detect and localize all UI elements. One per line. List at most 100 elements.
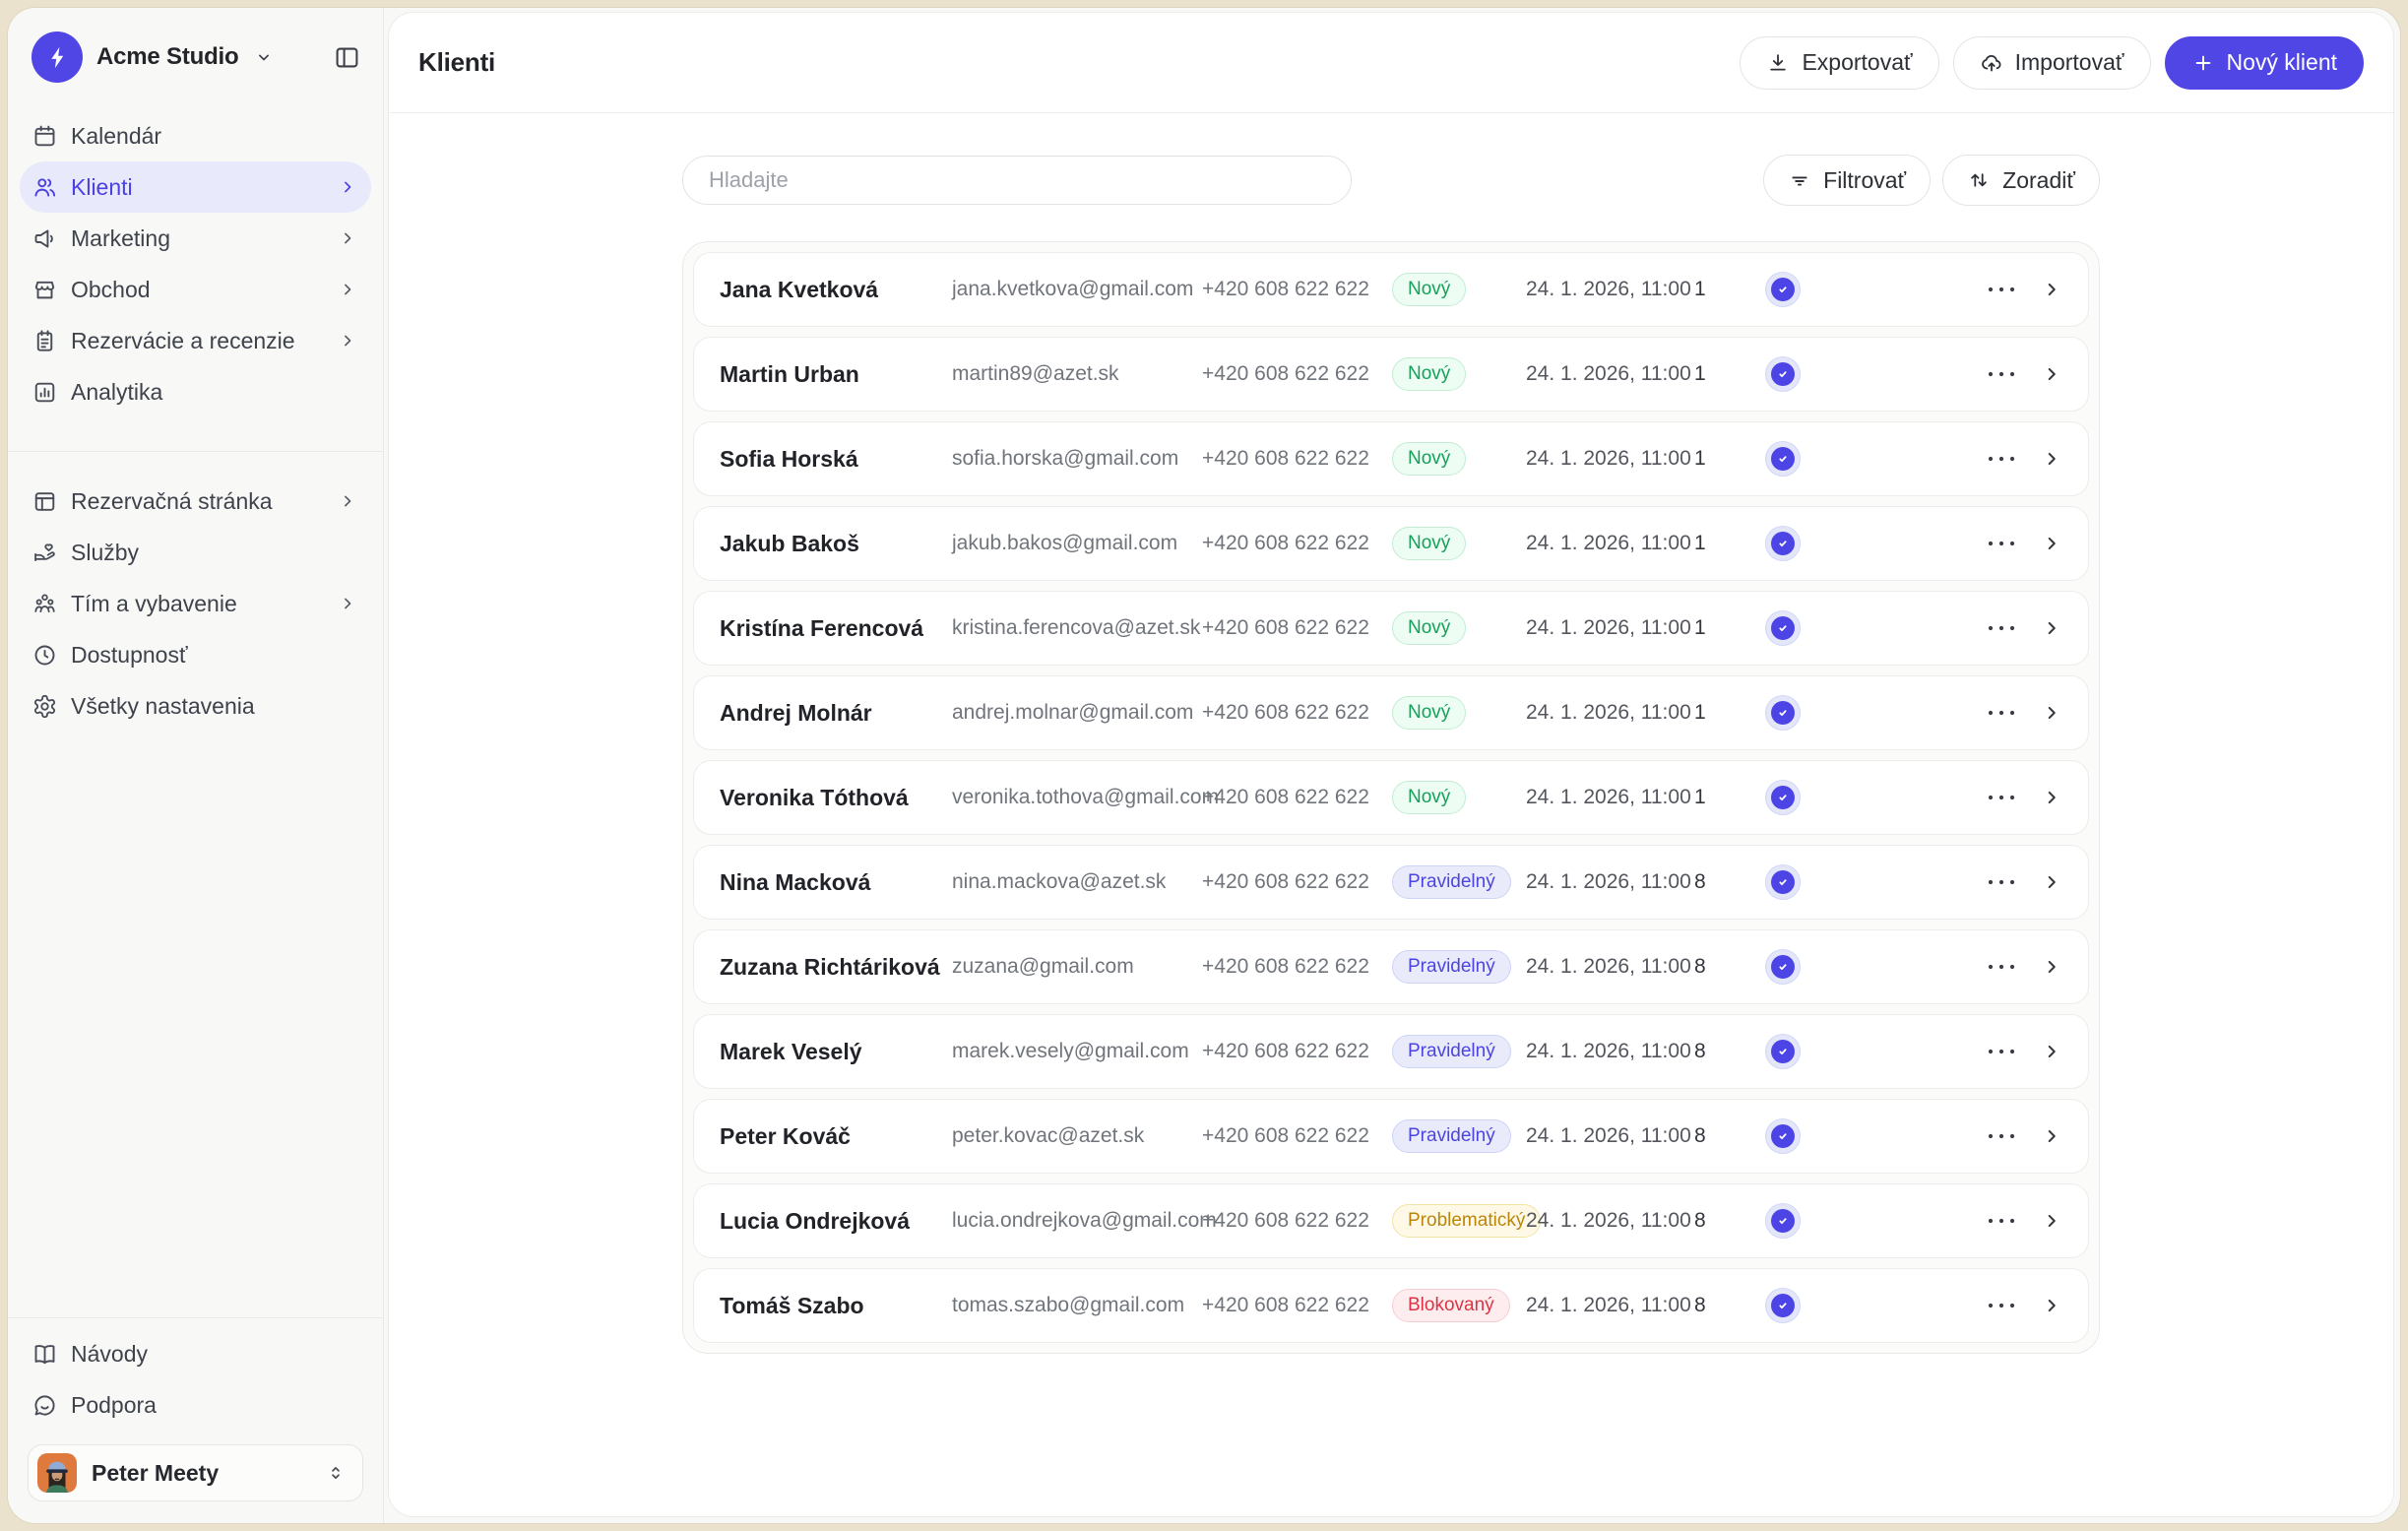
sidebar-item-obchod[interactable]: Obchod <box>20 264 371 315</box>
row-open-chevron-icon[interactable] <box>2023 787 2062 808</box>
client-visit-count: 1 <box>1694 447 1706 470</box>
sidebar-item-marketing[interactable]: Marketing <box>20 213 371 264</box>
sort-button[interactable]: Zoradiť <box>1942 155 2100 206</box>
status-badge: Nový <box>1392 527 1467 560</box>
row-actions-button[interactable] <box>1980 286 2023 293</box>
row-open-chevron-icon[interactable] <box>2023 1041 2062 1062</box>
row-open-chevron-icon[interactable] <box>2023 1295 2062 1316</box>
sidebar-item-navody[interactable]: Návody <box>20 1328 371 1379</box>
row-open-chevron-icon[interactable] <box>2023 1210 2062 1232</box>
client-phone: +420 608 622 622 <box>1202 1124 1369 1147</box>
sidebar-item-podpora[interactable]: Podpora <box>20 1379 371 1431</box>
row-open-chevron-icon[interactable] <box>2023 363 2062 385</box>
row-actions-button[interactable] <box>1980 1048 2023 1055</box>
row-actions-button[interactable] <box>1980 709 2023 717</box>
chevron-right-icon <box>338 228 357 248</box>
new-client-button[interactable]: Nový klient <box>2164 35 2364 90</box>
client-phone: +420 608 622 622 <box>1202 362 1369 385</box>
user-menu[interactable]: Peter Meety <box>28 1444 363 1501</box>
row-open-chevron-icon[interactable] <box>2023 448 2062 470</box>
row-actions-button[interactable] <box>1980 1217 2023 1225</box>
sidebar-item-rezervacna-stranka[interactable]: Rezervačná stránka <box>20 476 371 527</box>
client-last-visit: 24. 1. 2026, 11:00 <box>1526 1040 1691 1062</box>
client-email: martin89@azet.sk <box>952 362 1119 385</box>
sidebar-item-vsetky-nastavenia[interactable]: Všetky nastavenia <box>20 680 371 732</box>
verified-icon <box>1765 695 1801 731</box>
team-icon <box>32 591 58 617</box>
verified-icon <box>1765 1118 1801 1154</box>
row-open-chevron-icon[interactable] <box>2023 1125 2062 1147</box>
search-input[interactable] <box>682 156 1352 205</box>
client-row[interactable]: Nina Macková nina.mackova@azet.sk +420 6… <box>693 845 2089 920</box>
client-last-visit: 24. 1. 2026, 11:00 <box>1526 786 1691 808</box>
client-phone: +420 608 622 622 <box>1202 1294 1369 1316</box>
client-last-visit: 24. 1. 2026, 11:00 <box>1526 701 1691 724</box>
user-name: Peter Meety <box>92 1459 220 1486</box>
client-email: peter.kovac@azet.sk <box>952 1124 1145 1147</box>
sidebar-collapse-icon[interactable] <box>333 43 361 72</box>
client-name: Kristína Ferencová <box>720 614 924 641</box>
hand-heart-icon <box>32 540 58 566</box>
status-badge: Problematický <box>1392 1204 1542 1238</box>
row-actions-button[interactable] <box>1980 370 2023 378</box>
sidebar-item-dostupnost[interactable]: Dostupnosť <box>20 629 371 680</box>
sidebar-item-analytika[interactable]: Analytika <box>20 366 371 417</box>
client-row[interactable]: Zuzana Richtáriková zuzana@gmail.com +42… <box>693 929 2089 1004</box>
row-actions-button[interactable] <box>1980 1132 2023 1140</box>
client-name: Martin Urban <box>720 360 859 387</box>
sidebar-item-label: Analytika <box>71 378 163 405</box>
import-button[interactable]: Importovať <box>1952 35 2151 90</box>
client-row[interactable]: Kristína Ferencová kristina.ferencova@az… <box>693 591 2089 666</box>
chat-icon <box>32 1392 58 1419</box>
row-actions-button[interactable] <box>1980 878 2023 886</box>
row-actions-button[interactable] <box>1980 794 2023 801</box>
sidebar-item-tim-a-vybavenie[interactable]: Tím a vybavenie <box>20 578 371 629</box>
verified-icon <box>1765 526 1801 561</box>
row-open-chevron-icon[interactable] <box>2023 533 2062 554</box>
verified-icon <box>1765 1034 1801 1069</box>
filter-button[interactable]: Filtrovať <box>1763 155 1932 206</box>
sidebar-item-sluzby[interactable]: Služby <box>20 527 371 578</box>
layout-icon <box>32 488 58 515</box>
sidebar-item-rezervacie-a-recenzie[interactable]: Rezervácie a recenzie <box>20 315 371 366</box>
row-open-chevron-icon[interactable] <box>2023 279 2062 300</box>
clipboard-icon <box>32 328 58 354</box>
megaphone-icon <box>32 225 58 252</box>
client-row[interactable]: Sofia Horská sofia.horska@gmail.com +420… <box>693 421 2089 496</box>
sidebar-item-label: Rezervácie a recenzie <box>71 327 295 353</box>
client-row[interactable]: Veronika Tóthová veronika.tothova@gmail.… <box>693 760 2089 835</box>
sidebar-nav-settings: Rezervačná stránka Služby Tím a vybaveni… <box>8 476 383 732</box>
workspace-switcher[interactable]: Acme Studio <box>8 8 383 100</box>
client-row[interactable]: Peter Kováč peter.kovac@azet.sk +420 608… <box>693 1099 2089 1174</box>
client-row[interactable]: Jakub Bakoš jakub.bakos@gmail.com +420 6… <box>693 506 2089 581</box>
sidebar-item-label: Tím a vybavenie <box>71 590 237 616</box>
sidebar-item-klienti[interactable]: Klienti <box>20 161 371 213</box>
row-actions-button[interactable] <box>1980 540 2023 547</box>
row-open-chevron-icon[interactable] <box>2023 702 2062 724</box>
row-actions-button[interactable] <box>1980 963 2023 971</box>
status-badge: Nový <box>1392 781 1467 814</box>
row-actions-button[interactable] <box>1980 455 2023 463</box>
client-row[interactable]: Marek Veselý marek.vesely@gmail.com +420… <box>693 1014 2089 1089</box>
client-row[interactable]: Tomáš Szabo tomas.szabo@gmail.com +420 6… <box>693 1268 2089 1343</box>
client-phone: +420 608 622 622 <box>1202 447 1369 470</box>
clients-list: Jana Kvetková jana.kvetkova@gmail.com +4… <box>682 241 2100 1354</box>
client-row[interactable]: Jana Kvetková jana.kvetkova@gmail.com +4… <box>693 252 2089 327</box>
client-last-visit: 24. 1. 2026, 11:00 <box>1526 1294 1691 1316</box>
row-open-chevron-icon[interactable] <box>2023 871 2062 893</box>
row-actions-button[interactable] <box>1980 624 2023 632</box>
row-open-chevron-icon[interactable] <box>2023 956 2062 978</box>
client-last-visit: 24. 1. 2026, 11:00 <box>1526 616 1691 639</box>
page-title: Klienti <box>418 47 496 77</box>
client-row[interactable]: Andrej Molnár andrej.molnar@gmail.com +4… <box>693 675 2089 750</box>
row-open-chevron-icon[interactable] <box>2023 617 2062 639</box>
export-button[interactable]: Exportovať <box>1740 35 1939 90</box>
verified-icon <box>1765 1203 1801 1239</box>
status-badge: Pravidelný <box>1392 865 1511 899</box>
client-last-visit: 24. 1. 2026, 11:00 <box>1526 955 1691 978</box>
client-row[interactable]: Martin Urban martin89@azet.sk +420 608 6… <box>693 337 2089 412</box>
row-actions-button[interactable] <box>1980 1302 2023 1309</box>
client-row[interactable]: Lucia Ondrejková lucia.ondrejkova@gmail.… <box>693 1183 2089 1258</box>
sidebar-divider <box>8 451 383 452</box>
sidebar-item-kalendar[interactable]: Kalendár <box>20 110 371 161</box>
